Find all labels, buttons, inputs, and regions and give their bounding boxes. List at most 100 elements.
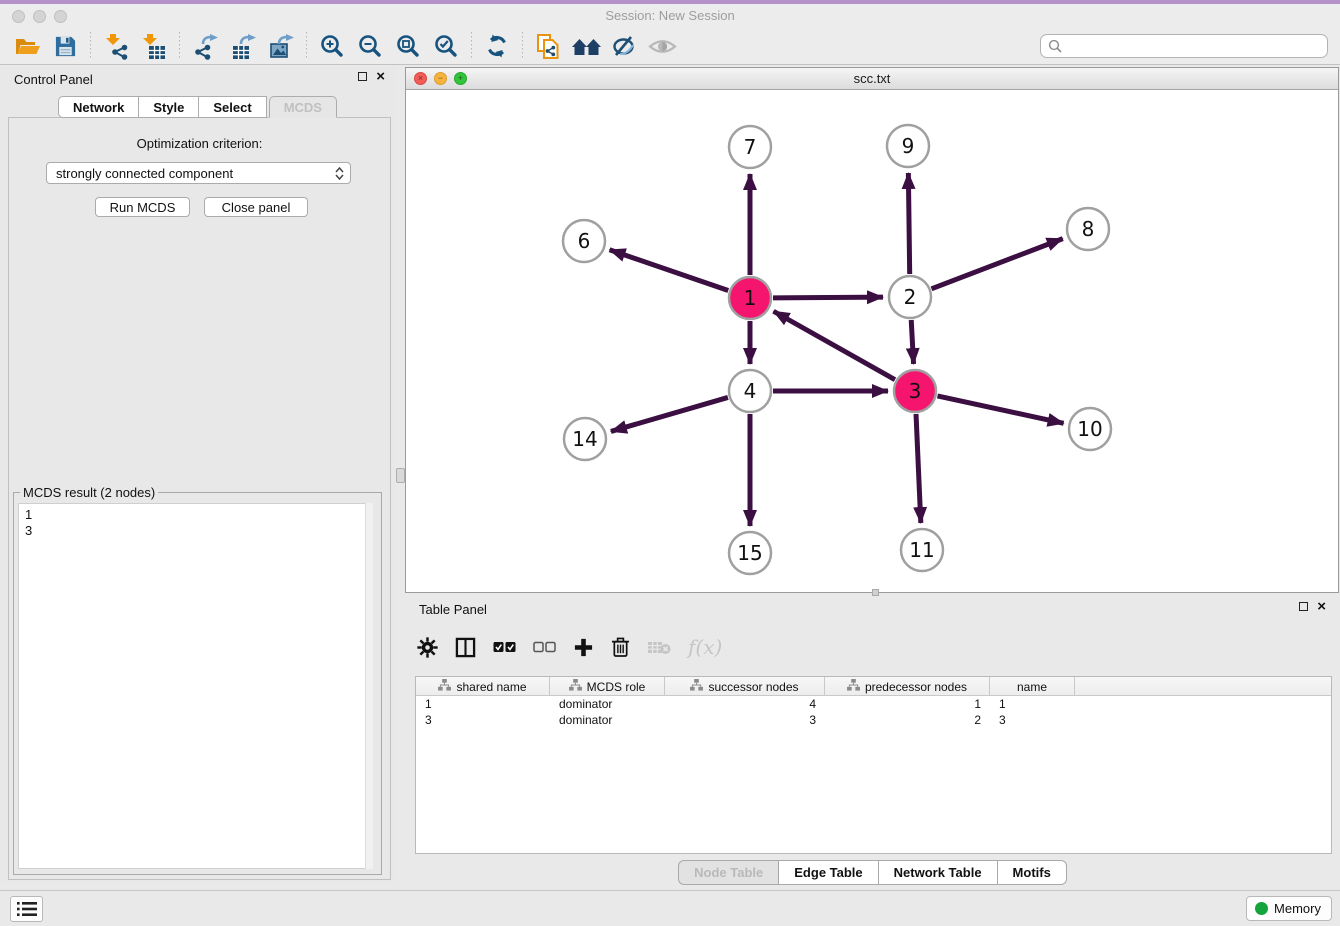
memory-button[interactable]: Memory [1246, 896, 1332, 921]
mcds-result-groupbox: MCDS result (2 nodes) 1 3 [13, 492, 382, 875]
tab-network[interactable]: Network [58, 96, 139, 118]
svg-text:4: 4 [744, 379, 757, 403]
splitter-handle[interactable] [396, 468, 405, 483]
zoom-in-icon[interactable] [313, 30, 351, 62]
graph-node-11[interactable]: 11 [901, 529, 943, 571]
optimization-criterion-select[interactable]: strongly connected component [46, 162, 351, 184]
column-header-name[interactable]: name [990, 677, 1075, 696]
tab-network-table[interactable]: Network Table [879, 860, 998, 885]
mcds-result-textarea[interactable]: 1 3 [18, 503, 373, 869]
select-all-rows-icon[interactable] [493, 632, 516, 662]
column-header-shared-name[interactable]: shared name [416, 677, 550, 696]
run-mcds-button[interactable]: Run MCDS [95, 197, 190, 217]
svg-text:15: 15 [737, 541, 762, 565]
open-session-icon[interactable] [8, 30, 46, 62]
task-history-button[interactable] [10, 896, 43, 922]
graph-edge-2-3[interactable] [911, 320, 913, 364]
graph-edge-3-1[interactable] [774, 311, 895, 379]
tab-mcds[interactable]: MCDS [269, 96, 337, 118]
desktop: Control Panel × NetworkStyleSelectMCDS O… [0, 66, 1340, 890]
float-panel-icon[interactable] [358, 72, 367, 81]
graph-edge-2-8[interactable] [931, 239, 1062, 289]
svg-text:8: 8 [1082, 217, 1095, 241]
svg-text:9: 9 [902, 134, 915, 158]
tree-icon [847, 679, 860, 694]
graph-node-2[interactable]: 2 [889, 276, 931, 318]
tab-motifs[interactable]: Motifs [998, 860, 1067, 885]
table-panel-header: Table Panel × [405, 596, 1340, 622]
apply-layout-icon[interactable] [478, 30, 516, 62]
graph-node-8[interactable]: 8 [1067, 208, 1109, 250]
export-image-icon[interactable] [262, 30, 300, 62]
column-header-MCDS-role[interactable]: MCDS role [550, 677, 665, 696]
table-cell[interactable]: 3 [665, 712, 825, 728]
zoom-fit-icon[interactable] [389, 30, 427, 62]
table-cell[interactable]: 2 [825, 712, 990, 728]
column-header-successor-nodes[interactable]: successor nodes [665, 677, 825, 696]
network-window[interactable]: × − + scc.txt 7 9 6 8 1 2 4 3 14 10 15 11 [405, 67, 1339, 593]
close-table-panel-icon[interactable]: × [1317, 602, 1326, 611]
table-cell[interactable]: 3 [416, 712, 550, 728]
table-cell[interactable]: 4 [665, 696, 825, 712]
graph-node-7[interactable]: 7 [729, 126, 771, 168]
graph-node-15[interactable]: 15 [729, 532, 771, 574]
graph-node-3[interactable]: 3 [894, 370, 936, 412]
svg-text:7: 7 [744, 135, 757, 159]
add-row-icon[interactable] [573, 632, 594, 662]
table-cell[interactable]: 3 [990, 712, 1075, 728]
table-cell[interactable]: dominator [550, 712, 665, 728]
import-table-icon[interactable] [135, 30, 173, 62]
deselect-all-rows-icon[interactable] [533, 632, 556, 662]
graph-edge-1-2[interactable] [773, 297, 883, 298]
duplicate-network-icon[interactable] [529, 30, 567, 62]
titlebar[interactable]: Session: New Session [0, 4, 1340, 28]
table-settings-icon[interactable] [417, 632, 438, 662]
close-panel-button[interactable]: Close panel [204, 197, 308, 217]
graph-node-10[interactable]: 10 [1069, 408, 1111, 450]
network-window-resize-grip[interactable] [872, 589, 879, 596]
graph-edge-4-14[interactable] [611, 397, 728, 431]
graph-edge-3-10[interactable] [937, 396, 1063, 423]
export-network-icon[interactable] [186, 30, 224, 62]
zoom-selected-icon[interactable] [427, 30, 465, 62]
float-table-panel-icon[interactable] [1299, 602, 1308, 611]
graph-node-1[interactable]: 1 [729, 277, 771, 319]
close-panel-icon[interactable]: × [376, 72, 385, 81]
zoom-out-icon[interactable] [351, 30, 389, 62]
delete-row-icon[interactable] [611, 632, 630, 662]
tab-node-table[interactable]: Node Table [678, 860, 779, 885]
graph-node-14[interactable]: 14 [564, 418, 606, 460]
toggle-graphics-details-icon[interactable] [605, 30, 643, 62]
graph-edge-2-9[interactable] [908, 173, 909, 274]
graph-node-4[interactable]: 4 [729, 370, 771, 412]
graph-edge-1-6[interactable] [610, 250, 729, 291]
search-input[interactable] [1067, 39, 1320, 54]
graph-node-9[interactable]: 9 [887, 125, 929, 167]
tab-edge-table[interactable]: Edge Table [779, 860, 878, 885]
svg-text:1: 1 [744, 286, 757, 310]
import-network-icon[interactable] [97, 30, 135, 62]
table-cell[interactable]: 1 [416, 696, 550, 712]
table-panel-title: Table Panel [419, 602, 487, 617]
graph-node-6[interactable]: 6 [563, 220, 605, 262]
table-row[interactable]: 1dominator411 [416, 696, 1331, 712]
mcds-result-title: MCDS result (2 nodes) [20, 485, 158, 500]
save-session-icon[interactable] [46, 30, 84, 62]
table-cell[interactable]: 1 [825, 696, 990, 712]
search-box[interactable] [1040, 34, 1328, 58]
export-table-icon[interactable] [224, 30, 262, 62]
column-header-predecessor-nodes[interactable]: predecessor nodes [825, 677, 990, 696]
table-cell[interactable]: 1 [990, 696, 1075, 712]
table-cell[interactable]: dominator [550, 696, 665, 712]
tab-select[interactable]: Select [199, 96, 266, 118]
table-row[interactable]: 3dominator323 [416, 712, 1331, 728]
toolbar-separator [90, 32, 91, 60]
tab-style[interactable]: Style [139, 96, 199, 118]
network-window-titlebar[interactable]: × − + scc.txt [406, 68, 1338, 90]
graph-canvas[interactable]: 7 9 6 8 1 2 4 3 14 10 15 11 [406, 90, 1338, 593]
status-bar: Memory [0, 890, 1340, 926]
graph-edge-3-11[interactable] [916, 414, 921, 523]
result-scrollbar[interactable] [365, 503, 373, 869]
column-selector-icon[interactable] [455, 632, 476, 662]
go-home-icon[interactable] [567, 30, 605, 62]
